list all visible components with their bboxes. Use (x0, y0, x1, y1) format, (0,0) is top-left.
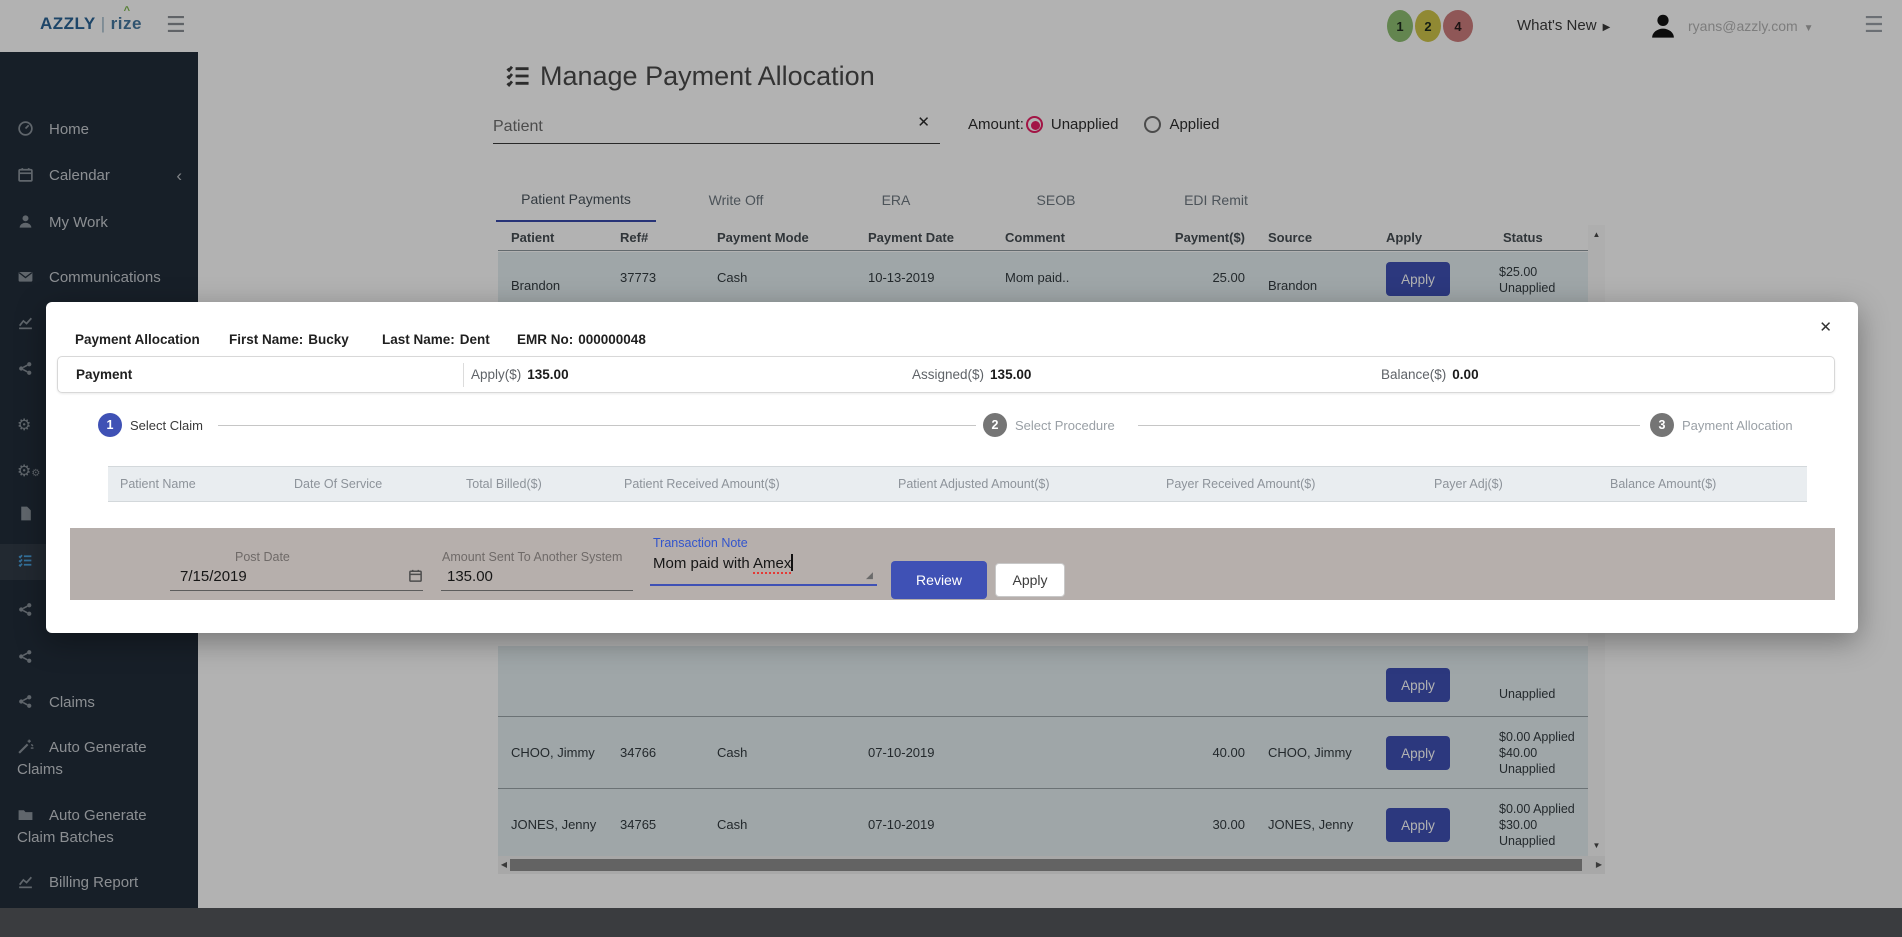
column-header-balance-amount: Balance Amount($) (1610, 477, 1716, 491)
post-date-underline (170, 590, 423, 591)
spellcheck-flagged-word: Amex (753, 555, 791, 574)
emr-no-field: EMR No:000000048 (517, 332, 646, 347)
post-date-value[interactable]: 7/15/2019 (180, 568, 247, 585)
step-3-circle: 3 (1650, 413, 1674, 437)
transaction-note-label: Transaction Note (653, 536, 748, 550)
text-cursor (791, 554, 793, 571)
step-3-label: Payment Allocation (1682, 418, 1793, 433)
amount-sent-underline (441, 590, 633, 591)
step-2-label: Select Procedure (1015, 418, 1115, 433)
summary-apply: Apply($)135.00 (471, 367, 569, 382)
step-1-circle: 1 (98, 413, 122, 437)
step-connector (218, 425, 976, 426)
post-date-label: Post Date (235, 550, 290, 564)
transaction-note-input[interactable]: Mom paid with Amex (653, 554, 793, 572)
modal-title: Payment Allocation (75, 332, 200, 347)
column-header-payer-received: Payer Received Amount($) (1166, 477, 1315, 491)
payment-allocation-modal: ✕ Payment Allocation First Name:Bucky La… (46, 302, 1858, 633)
claims-table-header: Patient Name Date Of Service Total Bille… (108, 466, 1807, 502)
transaction-note-underline (650, 584, 877, 586)
column-header-total-billed: Total Billed($) (466, 477, 542, 491)
divider (463, 363, 464, 387)
first-name-field: First Name:Bucky (229, 332, 349, 347)
amount-sent-value[interactable]: 135.00 (447, 568, 493, 585)
payment-summary-panel: Payment Apply($)135.00 Assigned($)135.00… (57, 356, 1835, 393)
summary-balance: Balance($)0.00 (1381, 367, 1479, 382)
summary-assigned: Assigned($)135.00 (912, 367, 1031, 382)
app-screen: AZZLY|rize^ ☰ 1 2 4 What's New▶ ryans@az… (0, 0, 1902, 937)
column-header-patient-adjusted: Patient Adjusted Amount($) (898, 477, 1049, 491)
last-name-field: Last Name:Dent (382, 332, 490, 347)
allocation-form-strip: Post Date 7/15/2019 Amount Sent To Anoth… (70, 528, 1835, 600)
step-connector (1138, 425, 1640, 426)
column-header-patient-received: Patient Received Amount($) (624, 477, 780, 491)
step-2-circle: 2 (983, 413, 1007, 437)
textarea-resize-handle-icon[interactable]: ◢ (866, 570, 873, 581)
modal-apply-button[interactable]: Apply (995, 563, 1065, 597)
summary-title: Payment (76, 367, 132, 382)
amount-sent-label: Amount Sent To Another System (442, 550, 622, 564)
review-button[interactable]: Review (891, 561, 987, 599)
column-header-patient-name: Patient Name (120, 477, 196, 491)
modal-close-icon[interactable]: ✕ (1819, 318, 1832, 336)
step-1-label: Select Claim (130, 418, 203, 433)
column-header-date-of-service: Date Of Service (294, 477, 382, 491)
calendar-icon[interactable] (408, 568, 423, 583)
column-header-payer-adj: Payer Adj($) (1434, 477, 1503, 491)
